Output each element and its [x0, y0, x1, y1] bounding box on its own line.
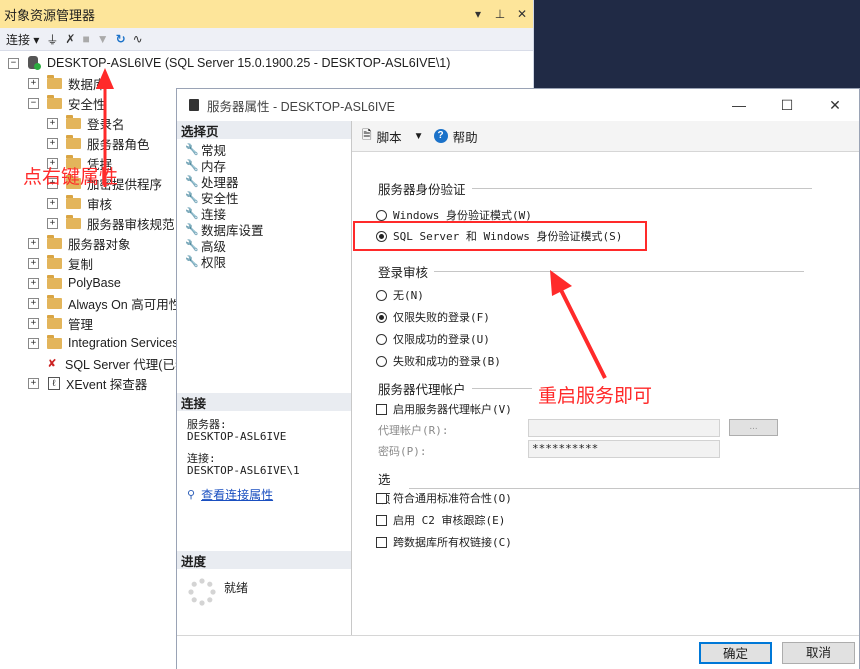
- arrow-to-highlight-icon: [550, 270, 607, 379]
- annotation-overlay: [96, 68, 647, 379]
- annotation-right-click: 点右键属性: [23, 167, 119, 188]
- annotation-restart: 重启服务即可: [538, 386, 653, 407]
- highlight-box: [353, 221, 647, 251]
